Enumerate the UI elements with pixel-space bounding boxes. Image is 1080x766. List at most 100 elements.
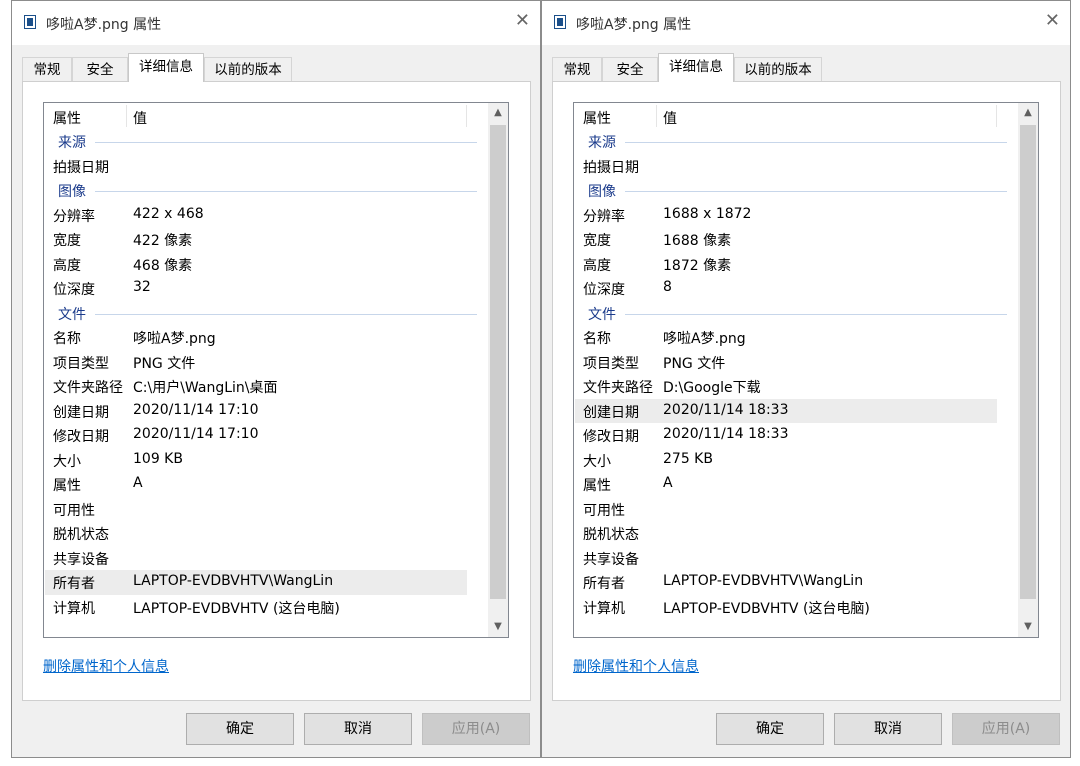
table-row[interactable]: 计算机 LAPTOP-EVDBVHTV (这台电脑)	[45, 595, 467, 620]
group-header[interactable]: 图像	[575, 178, 1015, 203]
table-row[interactable]: 属性 A	[575, 472, 997, 497]
tab-security[interactable]: 安全	[602, 57, 658, 81]
table-row[interactable]: 可用性	[575, 497, 997, 522]
table-row[interactable]: 名称 哆啦A梦.png	[45, 325, 467, 350]
property-list[interactable]: 属性 值 来源 拍摄日期 图像 分辨率 422 x 468 宽度 422 像素 高度 468 像…	[43, 102, 509, 638]
vertical-scrollbar[interactable]: ▲ ▼	[488, 103, 508, 637]
table-row[interactable]: 宽度 422 像素	[45, 227, 467, 252]
property-name: 计算机	[53, 600, 95, 617]
table-row[interactable]: 共享设备	[575, 546, 997, 571]
property-value: 2020/11/14 18:33	[663, 426, 789, 442]
table-row[interactable]: 所有者 LAPTOP-EVDBVHTV\WangLin	[45, 570, 467, 595]
property-name: 属性	[583, 478, 611, 494]
table-row[interactable]: 创建日期 2020/11/14 18:33	[575, 398, 997, 423]
column-header-property[interactable]: 属性	[53, 108, 81, 128]
property-name: 创建日期	[583, 404, 639, 421]
close-icon[interactable]: ✕	[515, 10, 530, 32]
table-row[interactable]: 项目类型 PNG 文件	[575, 350, 997, 375]
properties-dialog-1: 哆啦A梦.png 属性 ✕ 常规 安全 详细信息 以前的版本 属性 值 来源 拍摄…	[11, 0, 541, 758]
group-header[interactable]: 图像	[45, 178, 485, 203]
property-value: 1688 x 1872	[663, 205, 752, 222]
table-row[interactable]: 名称 哆啦A梦.png	[575, 325, 997, 350]
property-value: 2020/11/14 17:10	[133, 426, 259, 442]
property-name: 文件夹路径	[53, 380, 123, 396]
tab-previous-versions[interactable]: 以前的版本	[204, 57, 292, 81]
table-row[interactable]: 属性 A	[45, 472, 467, 497]
tab-general[interactable]: 常规	[22, 57, 72, 81]
column-divider[interactable]	[466, 105, 467, 127]
table-row[interactable]: 位深度 8	[575, 276, 997, 301]
table-row[interactable]: 大小 109 KB	[45, 448, 467, 473]
scrollbar-thumb[interactable]	[1020, 125, 1036, 599]
column-divider[interactable]	[126, 105, 127, 127]
table-row[interactable]: 分辨率 1688 x 1872	[575, 203, 997, 228]
cancel-button[interactable]: 取消	[304, 713, 412, 745]
apply-button[interactable]: 应用(A)	[422, 713, 530, 745]
table-row[interactable]: 大小 275 KB	[575, 448, 997, 473]
column-header-property[interactable]: 属性	[583, 108, 611, 128]
scrollbar-thumb[interactable]	[490, 125, 506, 599]
column-header-value[interactable]: 值	[663, 108, 677, 128]
column-divider[interactable]	[656, 105, 657, 127]
remove-properties-link[interactable]: 删除属性和个人信息	[573, 656, 699, 676]
ok-button[interactable]: 确定	[716, 713, 824, 745]
property-list[interactable]: 属性 值 来源 拍摄日期 图像 分辨率 1688 x 1872 宽度 1688 像素 高度 18…	[573, 102, 1039, 638]
scroll-up-arrow-icon[interactable]: ▲	[1018, 103, 1038, 123]
tab-general[interactable]: 常规	[552, 57, 602, 81]
table-row[interactable]: 脱机状态	[45, 521, 467, 546]
table-row[interactable]: 拍摄日期	[575, 154, 997, 179]
property-name: 脱机状态	[583, 527, 639, 543]
group-header[interactable]: 来源	[45, 129, 485, 154]
table-row[interactable]: 项目类型 PNG 文件	[45, 350, 467, 375]
scroll-down-arrow-icon[interactable]: ▼	[1018, 617, 1038, 637]
group-header[interactable]: 文件	[45, 301, 485, 326]
column-divider[interactable]	[996, 105, 997, 127]
group-divider	[95, 142, 477, 143]
ok-button[interactable]: 确定	[186, 713, 294, 745]
table-row[interactable]: 高度 1872 像素	[575, 252, 997, 277]
table-row[interactable]: 文件夹路径 C:\用户\WangLin\桌面	[45, 374, 467, 399]
scroll-down-arrow-icon[interactable]: ▼	[488, 617, 508, 637]
tab-previous-versions[interactable]: 以前的版本	[734, 57, 822, 81]
table-row[interactable]: 脱机状态	[575, 521, 997, 546]
table-row[interactable]: 可用性	[45, 497, 467, 522]
table-row[interactable]: 宽度 1688 像素	[575, 227, 997, 252]
property-name: 修改日期	[583, 429, 639, 445]
group-header[interactable]: 来源	[575, 129, 1015, 154]
table-row[interactable]: 共享设备	[45, 546, 467, 571]
property-name: 高度	[583, 257, 611, 274]
property-value: A	[133, 475, 143, 491]
table-row[interactable]: 高度 468 像素	[45, 252, 467, 277]
remove-properties-link[interactable]: 删除属性和个人信息	[43, 656, 169, 676]
close-icon[interactable]: ✕	[1045, 10, 1060, 32]
vertical-scrollbar[interactable]: ▲ ▼	[1018, 103, 1038, 637]
tab-security[interactable]: 安全	[72, 57, 128, 81]
group-header[interactable]: 文件	[575, 301, 1015, 326]
property-name: 名称	[53, 331, 81, 347]
table-row[interactable]: 修改日期 2020/11/14 17:10	[45, 423, 467, 448]
apply-button[interactable]: 应用(A)	[952, 713, 1060, 745]
table-row[interactable]: 位深度 32	[45, 276, 467, 301]
table-row[interactable]: 拍摄日期	[45, 154, 467, 179]
table-row[interactable]: 修改日期 2020/11/14 18:33	[575, 423, 997, 448]
property-name: 修改日期	[53, 429, 109, 445]
table-row[interactable]: 创建日期 2020/11/14 17:10	[45, 399, 467, 424]
tab-details[interactable]: 详细信息	[128, 53, 204, 82]
table-row[interactable]: 文件夹路径 D:\Google下载	[575, 374, 997, 399]
title-bar[interactable]: 哆啦A梦.png 属性 ✕	[12, 1, 540, 45]
title-bar[interactable]: 哆啦A梦.png 属性 ✕	[542, 1, 1070, 45]
table-row[interactable]: 计算机 LAPTOP-EVDBVHTV (这台电脑)	[575, 595, 997, 620]
column-header-value[interactable]: 值	[133, 108, 147, 128]
table-row[interactable]: 所有者 LAPTOP-EVDBVHTV\WangLin	[575, 570, 997, 595]
property-name: 脱机状态	[53, 527, 109, 543]
table-row[interactable]: 分辨率 422 x 468	[45, 203, 467, 228]
tab-details[interactable]: 详细信息	[658, 53, 734, 82]
property-value: 468 像素	[133, 257, 193, 274]
details-panel: 属性 值 来源 拍摄日期 图像 分辨率 1688 x 1872 宽度 1688 像素 高度 18…	[552, 81, 1061, 701]
details-panel: 属性 值 来源 拍摄日期 图像 分辨率 422 x 468 宽度 422 像素 高度 468 像…	[22, 81, 531, 701]
group-divider	[625, 142, 1007, 143]
group-divider	[95, 191, 477, 192]
scroll-up-arrow-icon[interactable]: ▲	[488, 103, 508, 123]
cancel-button[interactable]: 取消	[834, 713, 942, 745]
property-value: 275 KB	[663, 450, 713, 467]
